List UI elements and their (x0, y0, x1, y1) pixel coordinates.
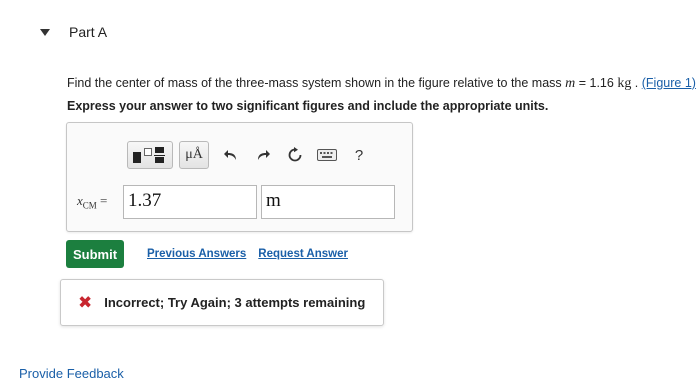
answer-panel: μÅ ? xCM = 1.37 m (66, 122, 413, 232)
question-period: . (631, 76, 642, 90)
instruction-text: Express your answer to two significant f… (67, 99, 549, 113)
feedback-message: Incorrect; Try Again; 3 attempts remaini… (104, 295, 366, 310)
help-button[interactable]: ? (345, 141, 373, 169)
request-answer-link[interactable]: Request Answer (258, 248, 348, 260)
keyboard-icon[interactable] (313, 141, 341, 169)
answer-row: xCM = 1.37 m (77, 185, 395, 219)
units-button[interactable]: μÅ (179, 141, 209, 169)
incorrect-x-icon: ✖ (78, 292, 93, 312)
answer-actions: Submit Previous Answers Request Answer (66, 240, 360, 268)
part-a-header[interactable]: Part A (40, 24, 107, 40)
variable-subscript: CM (82, 200, 97, 211)
question-prefix: Find the center of mass of the three-mas… (67, 76, 566, 90)
math-toolbar: μÅ ? (127, 141, 377, 169)
unit-input[interactable]: m (261, 185, 395, 219)
mass-unit: kg (617, 76, 632, 91)
redo-icon[interactable] (249, 141, 277, 169)
variable-equals: = (96, 193, 108, 209)
mass-symbol: m (565, 76, 576, 91)
reset-icon[interactable] (281, 141, 309, 169)
value-input[interactable]: 1.37 (123, 185, 257, 219)
question-text: Find the center of mass of the three-mas… (67, 76, 697, 92)
part-title: Part A (69, 24, 108, 40)
figure-link[interactable]: (Figure 1) (642, 76, 696, 90)
provide-feedback-link[interactable]: Provide Feedback (19, 366, 124, 381)
submit-button[interactable]: Submit (66, 240, 124, 268)
caret-down-icon[interactable] (40, 28, 50, 36)
templates-button[interactable] (127, 141, 173, 169)
variable-label: xCM = (77, 193, 123, 211)
previous-answers-link[interactable]: Previous Answers (147, 248, 246, 260)
mass-value: = 1.16 (575, 76, 618, 90)
templates-icon (132, 146, 168, 164)
feedback-box: ✖ Incorrect; Try Again; 3 attempts remai… (60, 279, 384, 326)
undo-icon[interactable] (217, 141, 245, 169)
